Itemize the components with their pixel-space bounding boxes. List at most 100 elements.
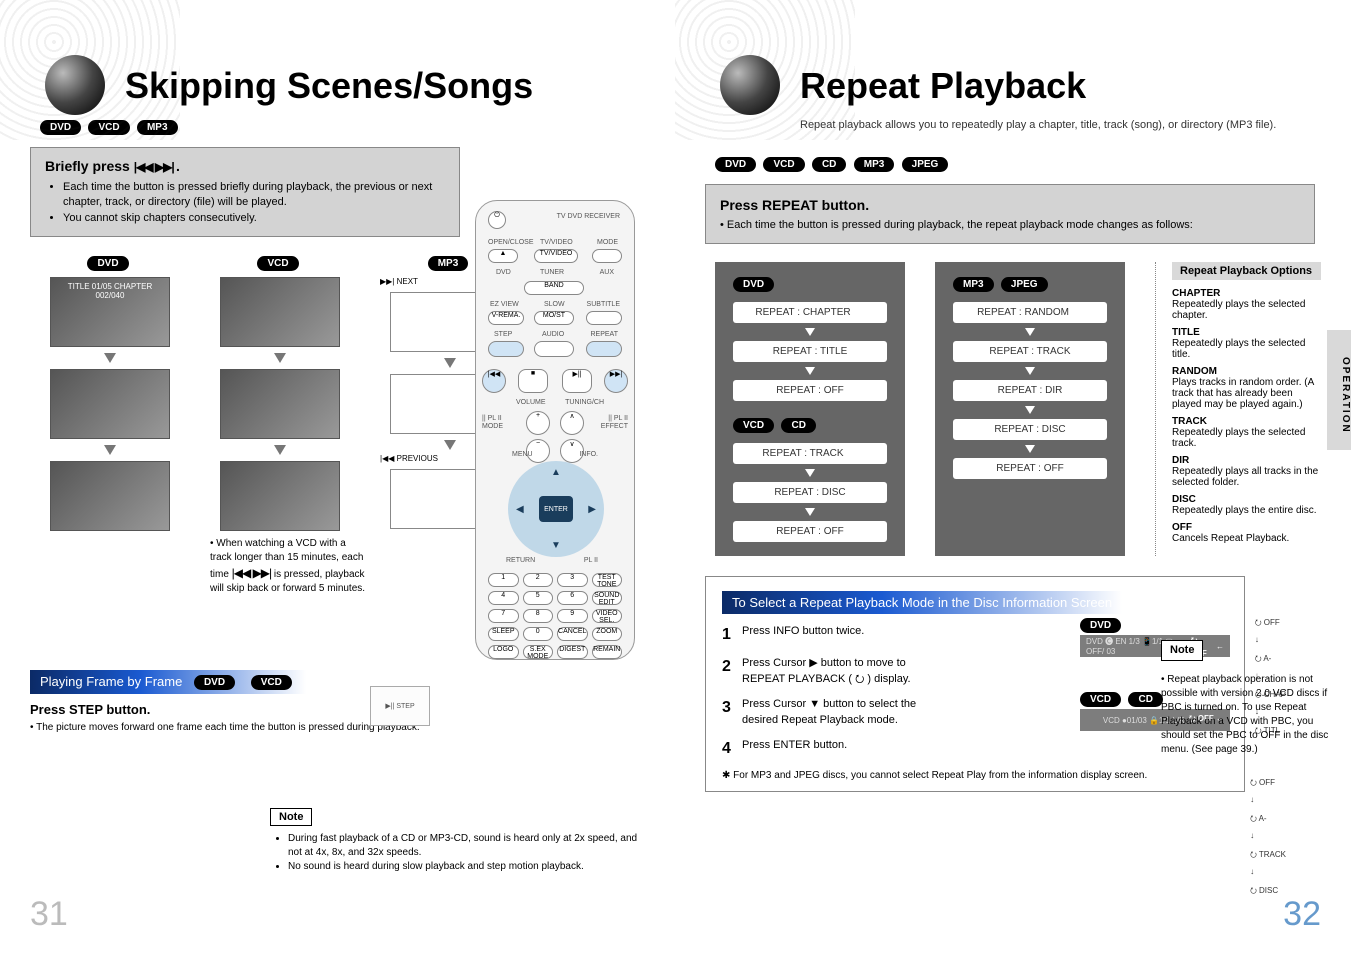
note-section-right: Note • Repeat playback operation is not … [1161,640,1331,757]
flow-step: REPEAT : OFF [953,458,1107,479]
page-number-31: 31 [30,895,68,934]
flow-step: REPEAT : TITLE [733,341,887,362]
page-title: Skipping Scenes/Songs [125,65,645,107]
note-text: • Repeat playback operation is not possi… [1161,673,1331,757]
page-32: Repeat Playback Repeat playback allows y… [675,0,1351,954]
option-desc: Cancels Repeat Playback. [1172,533,1321,544]
side-item: ⭮ OFF [1255,617,1286,635]
dvd-thumb-3 [50,461,170,531]
zoom-btn: ZOOM [592,627,623,641]
lozenge-vcd: VCD [733,418,774,433]
side-item: ⭮ OFF [1250,777,1286,795]
step-number: 2 [722,656,742,687]
flow-step: REPEAT : DIR [953,380,1107,401]
decorative-sphere [720,55,780,115]
lozenge-mp3: MP3 [854,157,895,172]
down-arrow-icon [444,440,456,450]
video-sel: VIDEO SEL. [592,609,623,623]
briefly-press-section: Briefly press |◀◀ ▶▶| . Each time the bu… [30,147,460,237]
left-arrow-icon [1075,307,1083,317]
next-button: ▶▶| [604,369,628,393]
lozenge-dvd: DVD [733,277,774,292]
side-item: ⭮ A- [1250,813,1286,831]
volume-label: VOLUME [516,399,546,406]
select-step-4: 4Press ENTER button. [722,738,1228,760]
flow-step: REPEAT : TRACK [953,341,1107,362]
num-8: 8 [523,609,554,623]
mode-button [592,249,622,263]
slow-button: MO/ST [534,311,574,325]
option-term: OFF [1172,522,1321,533]
numeric-grid: 1 2 3 TEST TONE 4 5 6 SOUND EDIT 7 8 9 V… [488,573,622,659]
select-bar: To Select a Repeat Playback Mode in the … [722,591,1122,614]
repeat-flow-area: DVD REPEAT : CHAPTER REPEAT : TITLE REPE… [715,262,1321,556]
option-desc: Plays tracks in random order. (A track t… [1172,377,1321,410]
step-button-remote [488,341,524,357]
num-2: 2 [523,573,554,587]
enter-button: ENTER [539,496,573,522]
down-arrow-icon [805,469,815,477]
cursor-ring: ▲ ▼ ◀ ▶ ENTER [508,461,604,557]
num-9: 9 [557,609,588,623]
flow-step: REPEAT : DISC [953,419,1107,440]
num-4: 4 [488,591,519,605]
vcd-column: VCD • When watching a VCD with a track l… [210,255,350,596]
option-desc: Repeatedly plays all tracks in the selec… [1172,466,1321,488]
sleep-btn: SLEEP [488,627,519,641]
cursor-up-icon: ▲ [551,467,561,478]
disc-type-lozenges: DVD VCD MP3 [40,119,645,135]
select-footnote: ✱ For MP3 and JPEG discs, you cannot sel… [722,770,1228,781]
lozenge-dvd: DVD [194,675,235,690]
note-label: Note [1161,640,1203,661]
cursor-right-icon: ▶ [588,504,596,515]
note-section-left: Note During fast playback of a CD or MP3… [270,808,650,874]
side-arrow-icon: ↓ [1250,831,1286,849]
subtitle-button [586,311,622,325]
sex-mode-btn: S.EX MODE [523,645,554,659]
side-arrow-icon: ↓ [1250,867,1286,885]
press-repeat-section: Press REPEAT button. • Each time the but… [705,184,1315,244]
cursor-left-icon: ◀ [516,504,524,515]
remote-label: TV/VIDEO [540,239,573,246]
dvd-thumb-caption: TITLE 01/05 CHAPTER 002/040 [68,282,152,300]
option-desc: Repeatedly plays the selected track. [1172,427,1321,449]
step-text: Press Cursor ▶ button to move to REPEAT … [742,656,922,687]
side-item: ⭮ DISC [1250,885,1286,903]
num-7: 7 [488,609,519,623]
band-button: BAND [524,281,584,295]
left-arrow-icon [857,307,865,317]
remote-control-diagram: ⏻ TV DVD RECEIVER OPEN/CLOSE TV/VIDEO MO… [475,200,635,660]
remote-label: SLOW [544,301,565,308]
option-term: TRACK [1172,416,1321,427]
page-31: Skipping Scenes/Songs DVD VCD MP3 Briefl… [0,0,675,954]
down-arrow-icon [104,445,116,455]
vcd-skip-note: • When watching a VCD with a track longe… [210,537,370,596]
lozenge-vcd: VCD [251,675,292,690]
flow-step: REPEAT : RANDOM [953,302,1107,323]
lozenge-dvd: DVD [1080,618,1121,633]
skip-prev-next-icon: |◀◀ ▶▶| [134,160,176,174]
num-0: 0 [523,627,554,641]
options-header: Repeat Playback Options [1172,262,1321,280]
heading-suffix: . [176,158,180,174]
side-arrow-icon: ↓ [1250,795,1286,813]
side-item: ⭮ TRACK [1250,849,1286,867]
ring-arc-label: INFO. [579,451,598,458]
plii-effect-label: || PL II EFFECT [598,415,628,430]
open-close-button: ▲ [488,249,518,263]
stop-button: ■ [518,369,548,393]
step-button-thumb: ▶|| STEP [370,686,430,726]
step-number: 4 [722,738,742,760]
note-label: Note [270,808,312,826]
option-term: RANDOM [1172,366,1321,377]
repeat-options-list: Repeat Playback Options CHAPTER Repeated… [1155,262,1321,556]
flow-step: REPEAT : TRACK [733,443,887,464]
down-arrow-icon [104,353,116,363]
operation-tab: OPERATION [1327,330,1351,450]
step-text: Press Cursor ▼ button to select the desi… [742,697,922,728]
down-arrow-icon [805,508,815,516]
repeat-button-remote [586,341,622,357]
briefly-bullet-1: Each time the button is pressed briefly … [63,180,445,211]
vcd-repeat-side-list: ⭮ OFF ↓ ⭮ A- ↓ ⭮ TRACK ↓ ⭮ DISC [1250,777,1286,903]
down-arrow-icon [805,367,815,375]
